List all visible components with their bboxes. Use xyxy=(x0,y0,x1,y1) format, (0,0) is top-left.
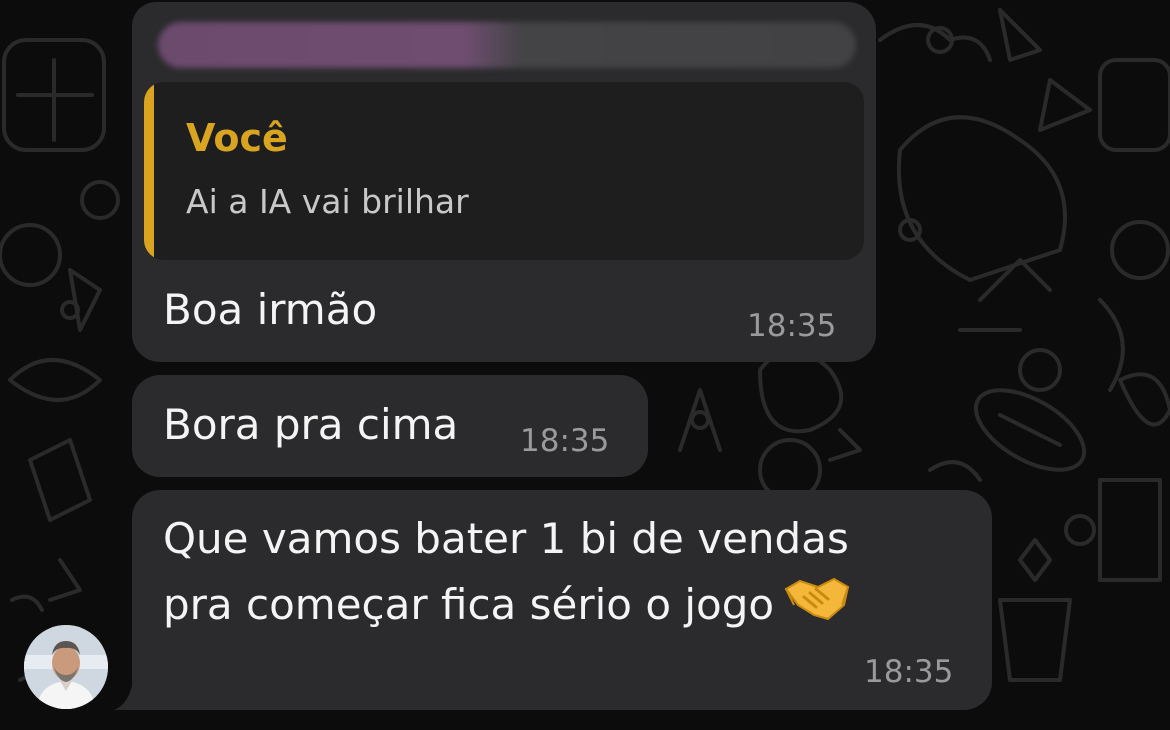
sender-avatar[interactable] xyxy=(24,625,108,709)
message-text-line1: Que vamos bater 1 bi de vendas xyxy=(163,514,849,563)
message-text-line2: pra começar fica sério o jogo xyxy=(163,580,775,629)
quote-accent-bar xyxy=(144,82,154,260)
bubble-tail xyxy=(114,676,142,710)
quoted-text: Ai a IA vai brilhar xyxy=(186,182,469,221)
quoted-author: Você xyxy=(186,116,288,160)
blurred-sender-name xyxy=(158,22,856,68)
message-timestamp: 18:35 xyxy=(747,308,837,344)
quoted-message[interactable]: Você Ai a IA vai brilhar xyxy=(144,82,864,260)
handshake-emoji-icon xyxy=(784,575,850,640)
message-text: Bora pra cima xyxy=(163,400,459,449)
message-timestamp: 18:35 xyxy=(520,423,610,459)
message-text: Boa irmão xyxy=(163,285,378,334)
message-timestamp: 18:35 xyxy=(864,654,954,690)
